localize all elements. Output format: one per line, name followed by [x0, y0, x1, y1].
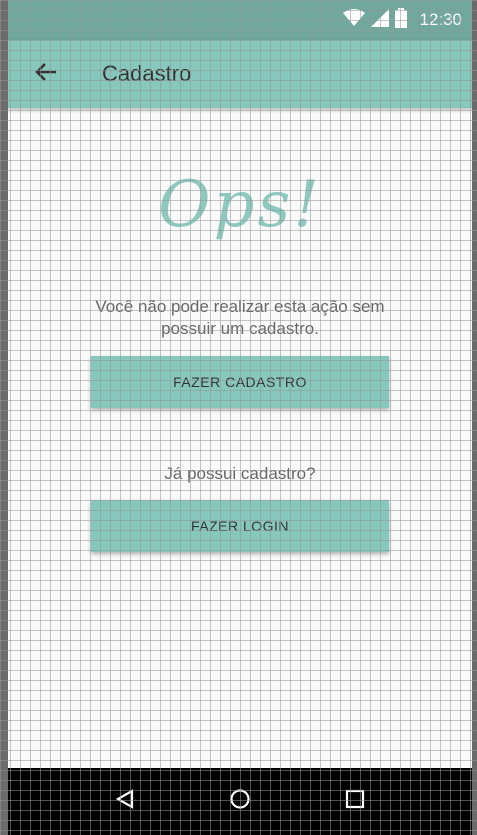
signal-icon	[371, 8, 390, 32]
status-bar: 12:30	[8, 0, 472, 40]
wifi-icon	[343, 8, 366, 32]
login-button[interactable]: FAZER LOGIN	[91, 500, 389, 552]
navigation-bar	[8, 768, 472, 835]
back-button[interactable]	[26, 54, 66, 94]
ops-headline: Ops!	[158, 168, 322, 242]
app-bar: Cadastro	[8, 40, 472, 108]
recents-square-icon	[344, 788, 366, 815]
signup-button[interactable]: FAZER CADASTRO	[91, 356, 389, 408]
main-content: Ops! Você não pode realizar esta ação se…	[8, 108, 472, 768]
battery-icon	[395, 7, 408, 33]
phone-screen: 12:30 Cadastro Ops! Você não pode realiz…	[8, 0, 472, 835]
home-circle-icon	[229, 788, 251, 815]
nav-back-button[interactable]	[101, 778, 149, 826]
status-time: 12:30	[419, 10, 462, 29]
status-icons: 12:30	[343, 7, 462, 33]
arrow-back-icon	[35, 62, 57, 87]
back-triangle-icon	[114, 788, 136, 815]
no-account-message: Você não pode realizar esta ação sem pos…	[95, 297, 385, 338]
page-title: Cadastro	[102, 61, 192, 86]
nav-home-button[interactable]	[216, 778, 264, 826]
have-account-question: Já possui cadastro?	[164, 464, 316, 483]
nav-recents-button[interactable]	[331, 778, 379, 826]
